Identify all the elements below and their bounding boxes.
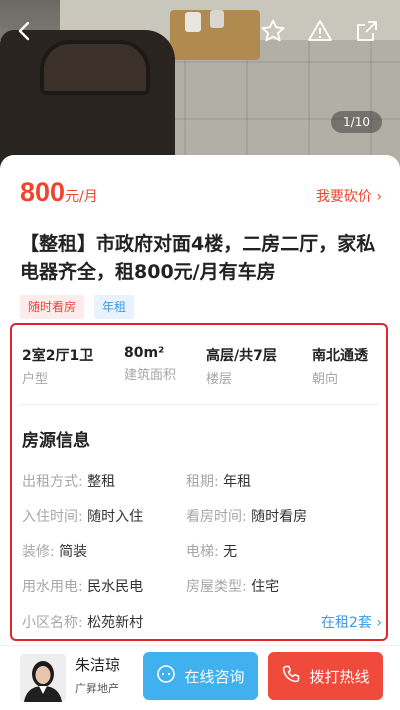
call-hotline-label: 拨打热线 [309, 667, 370, 686]
divider [20, 404, 378, 405]
info-rent-type: 出租方式: 整租 [22, 471, 115, 491]
info-value: 整租 [87, 474, 116, 490]
info-key: 租期: [186, 474, 219, 490]
info-value: 简装 [59, 544, 88, 560]
agent-company: 广昇地产 [75, 682, 119, 695]
back-arrow-icon[interactable] [10, 16, 40, 46]
stat-value: 南北通透 [312, 348, 368, 364]
stat-value: 2室2厅1卫 [22, 348, 94, 364]
share-icon[interactable] [352, 16, 382, 46]
rent-price: 800 [20, 177, 66, 207]
stat-layout: 2室2厅1卫 户型 [22, 345, 93, 387]
stat-floor: 高层/共7层 楼层 [206, 345, 277, 387]
stat-value: 高层/共7层 [206, 348, 277, 364]
info-value: 民水民电 [87, 579, 144, 595]
info-utilities: 用水用电: 民水民电 [22, 576, 143, 596]
info-lease-term: 租期: 年租 [186, 471, 251, 491]
price-row: 800元/月 我要砍价 › [20, 177, 382, 211]
info-key: 装修: [22, 544, 55, 560]
stat-orientation: 南北通透 朝向 [312, 345, 368, 387]
info-key: 用水用电: [22, 579, 83, 595]
stat-label: 建筑面积 [124, 368, 177, 383]
photo-counter: 1/10 [331, 111, 382, 133]
info-house-type: 房屋类型: 住宅 [186, 576, 279, 596]
key-stats: 2室2厅1卫 户型 80m² 建筑面积 高层/共7层 楼层 南北通透 朝向 [20, 345, 380, 387]
info-decoration: 装修: 简装 [22, 541, 87, 561]
agent-bar: 朱洁琼 广昇地产 在线咨询 拨打热线 [0, 645, 400, 710]
agent-name: 朱洁琼 [75, 656, 121, 674]
stat-area: 80m² 建筑面积 [124, 345, 176, 383]
call-hotline-button[interactable]: 拨打热线 [268, 652, 383, 700]
tag-viewing: 随时看房 [20, 295, 85, 319]
rent-price-unit: 元/月 [65, 189, 98, 205]
info-value: 随时入住 [87, 509, 144, 525]
info-value: 随时看房 [251, 509, 308, 525]
tag-list: 随时看房 年租 [20, 295, 135, 319]
tag-lease: 年租 [94, 295, 135, 319]
info-key: 看房时间: [186, 509, 247, 525]
info-community: 小区名称: 松苑新村 [22, 612, 143, 632]
info-key: 入住时间: [22, 509, 83, 525]
phone-icon [281, 664, 301, 688]
info-value: 无 [223, 544, 238, 560]
info-value: 年租 [223, 474, 252, 490]
warning-icon[interactable] [305, 16, 335, 46]
listing-card: 800元/月 我要砍价 › 【整租】市政府对面4楼，二房二厅，家私电器齐全，租8… [0, 155, 400, 650]
info-move-in: 入住时间: 随时入住 [22, 506, 143, 526]
info-viewing-time: 看房时间: 随时看房 [186, 506, 307, 526]
info-key: 房屋类型: [186, 579, 247, 595]
online-consult-button[interactable]: 在线咨询 [143, 652, 258, 700]
info-value: 松苑新村 [87, 615, 144, 631]
chat-icon [156, 664, 176, 688]
stat-label: 户型 [22, 372, 49, 387]
agent-avatar[interactable] [20, 654, 66, 702]
stat-label: 朝向 [312, 372, 339, 387]
stat-value: 80m² [124, 345, 165, 361]
star-icon[interactable] [258, 16, 288, 46]
listing-title: 【整租】市政府对面4楼，二房二厅，家私电器齐全，租800元/月有车房 [20, 233, 376, 283]
top-bar [0, 0, 400, 62]
community-listings-link[interactable]: 在租2套 › [321, 612, 382, 632]
section-title: 房源信息 [22, 431, 90, 451]
stat-label: 楼层 [206, 372, 233, 387]
info-key: 出租方式: [22, 474, 83, 490]
info-elevator: 电梯: 无 [186, 541, 237, 561]
online-consult-label: 在线咨询 [184, 667, 245, 686]
info-value: 住宅 [251, 579, 280, 595]
info-key: 小区名称: [22, 615, 83, 631]
bargain-link[interactable]: 我要砍价 › [316, 186, 382, 206]
info-key: 电梯: [186, 544, 219, 560]
